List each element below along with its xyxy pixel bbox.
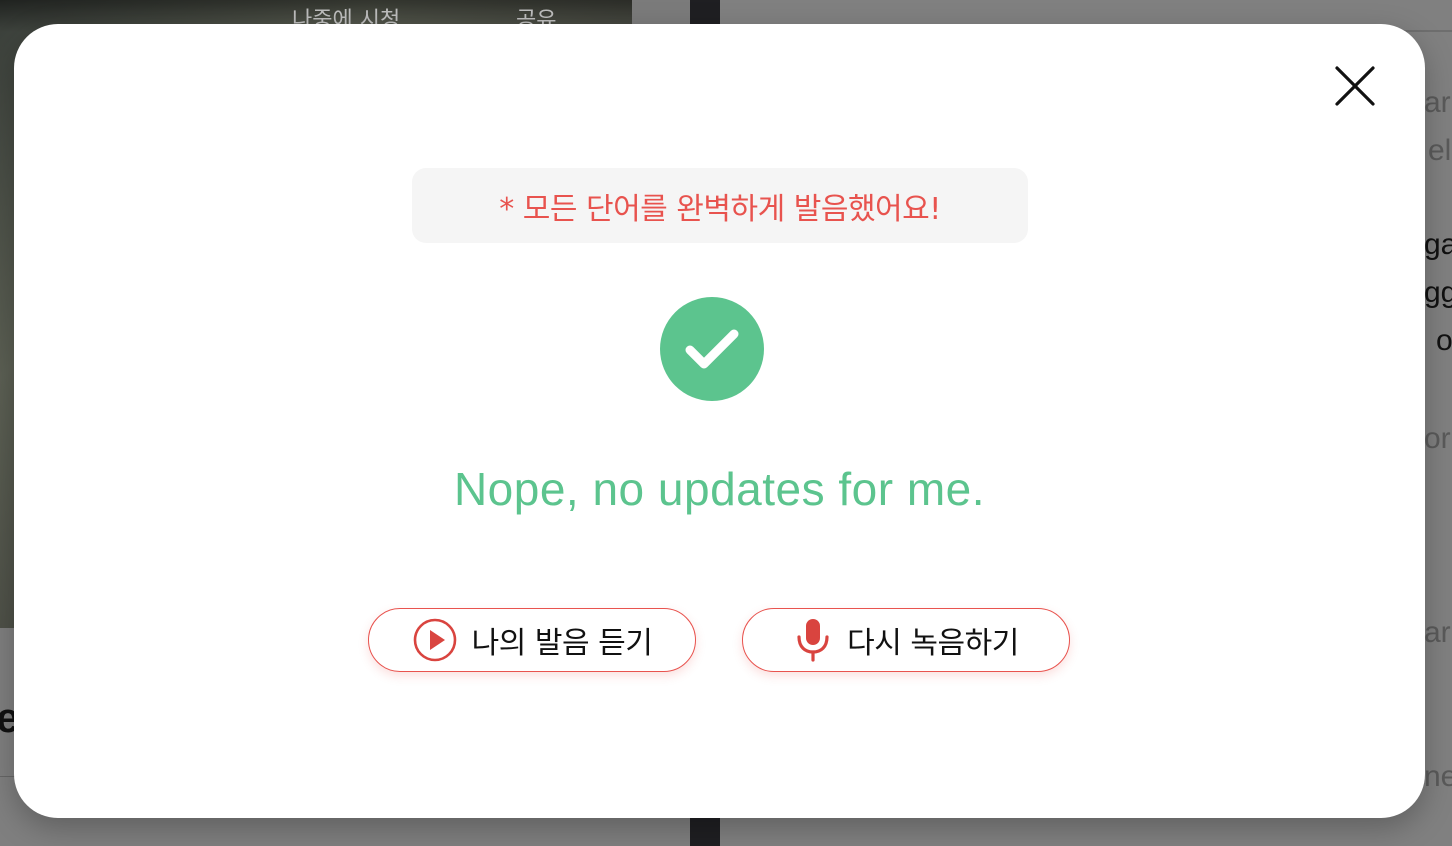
listen-my-pronunciation-button[interactable]: 나의 발음 듣기 <box>368 608 696 672</box>
background-right-text: el <box>1428 134 1452 167</box>
background-right-text: ar <box>1424 616 1451 649</box>
check-icon <box>685 329 739 369</box>
background-right-text: gg <box>1424 276 1452 309</box>
close-icon <box>1335 66 1375 106</box>
microphone-icon <box>797 619 829 662</box>
listen-button-label: 나의 발음 듣기 <box>471 626 653 661</box>
background-right-text: ne <box>1424 760 1452 793</box>
record-again-button[interactable]: 다시 녹음하기 <box>742 608 1070 672</box>
close-button[interactable] <box>1333 64 1377 108</box>
background-right-text: or <box>1424 422 1451 455</box>
practice-sentence: Nope, no updates for me. <box>453 463 986 515</box>
result-message: * 모든 단어를 완벽하게 발음했어요! <box>499 191 941 227</box>
pronunciation-result-modal: * 모든 단어를 완벽하게 발음했어요! Nope, no updates fo… <box>14 24 1425 818</box>
success-badge <box>660 297 764 401</box>
record-button-label: 다시 녹음하기 <box>847 626 1019 661</box>
background-right-text: ar <box>1424 86 1451 119</box>
play-circle-icon <box>413 618 456 662</box>
background-right-text: ga <box>1424 228 1452 261</box>
background-right-text: o <box>1436 324 1452 357</box>
result-message-box: * 모든 단어를 완벽하게 발음했어요! <box>412 168 1028 243</box>
